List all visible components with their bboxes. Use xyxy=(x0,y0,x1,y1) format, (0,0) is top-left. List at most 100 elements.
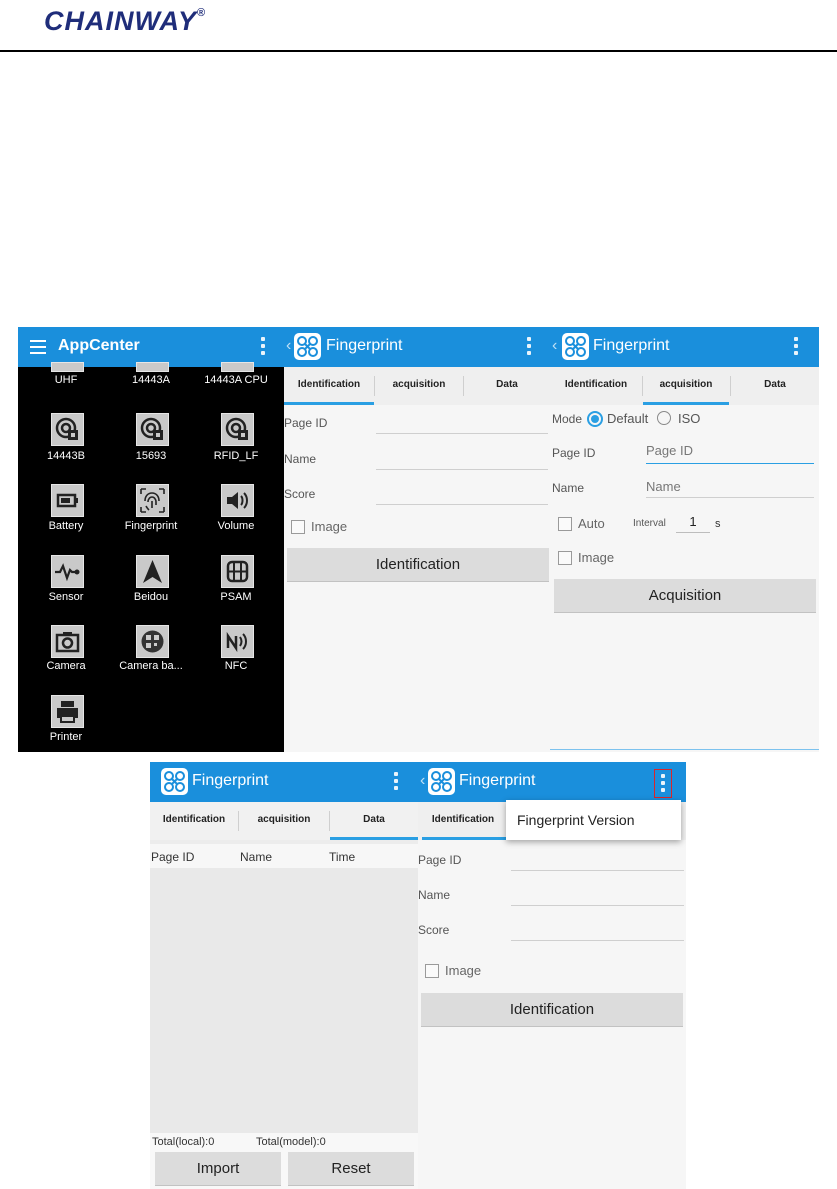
fingerprint-acquisition-screen: ‹ Fingerprint Identification acquisition… xyxy=(550,327,819,752)
tab-data[interactable]: Data xyxy=(464,367,550,405)
score-field[interactable] xyxy=(376,504,548,505)
interval-input[interactable]: 1 xyxy=(676,514,710,533)
auto-checkbox[interactable] xyxy=(558,517,572,531)
fingerprint-app-logo-icon xyxy=(161,768,188,795)
app-label-sensor[interactable]: Sensor xyxy=(26,591,106,603)
tab-acquisition[interactable]: acquisition xyxy=(643,367,729,405)
import-button[interactable]: Import xyxy=(155,1152,281,1186)
sensor-icon[interactable] xyxy=(51,555,84,588)
rfid-icon[interactable] xyxy=(136,413,169,446)
page-id-field[interactable] xyxy=(511,870,684,871)
app-label-battery[interactable]: Battery xyxy=(26,520,106,532)
mode-iso-label: ISO xyxy=(678,411,701,426)
fingerprint-menu-screen: ‹ Fingerprint Identification Fingerprint… xyxy=(418,762,686,1189)
mode-iso-radio[interactable] xyxy=(657,411,671,425)
app-label-uhf[interactable]: UHF xyxy=(26,374,106,386)
overflow-menu-icon[interactable] xyxy=(794,337,798,357)
battery-icon[interactable] xyxy=(51,484,84,517)
overflow-menu-icon[interactable] xyxy=(261,337,265,357)
image-checkbox[interactable] xyxy=(558,551,572,565)
name-label: Name xyxy=(284,452,317,466)
identification-button[interactable]: Identification xyxy=(287,548,549,582)
back-arrow-icon[interactable]: ‹ xyxy=(552,337,557,355)
rfid-icon[interactable] xyxy=(221,413,254,446)
overflow-menu-highlight[interactable] xyxy=(654,769,672,798)
overflow-menu-icon[interactable] xyxy=(527,337,531,357)
tab-identification[interactable]: Identification xyxy=(150,802,238,840)
page-id-label: Page ID xyxy=(552,446,596,460)
column-page-id: Page ID xyxy=(151,850,195,864)
mode-default-radio[interactable] xyxy=(587,411,603,427)
page-id-input[interactable]: Page ID xyxy=(646,443,814,464)
tab-identification[interactable]: Identification xyxy=(284,367,374,405)
hamburger-menu-icon[interactable] xyxy=(30,340,46,358)
app-label-14443b[interactable]: 14443B xyxy=(26,450,106,462)
rfid-icon[interactable] xyxy=(221,362,254,372)
name-label: Name xyxy=(418,888,451,902)
tab-identification[interactable]: Identification xyxy=(418,802,508,840)
interval-unit: s xyxy=(715,518,721,530)
acquisition-button[interactable]: Acquisition xyxy=(554,579,816,613)
data-footer: Total(local):0 Total(model):0 Import Res… xyxy=(150,1133,418,1189)
nfc-icon[interactable] xyxy=(221,625,254,658)
back-arrow-icon[interactable]: ‹ xyxy=(420,772,425,790)
fingerprint-data-screen: Fingerprint Identification acquisition D… xyxy=(150,762,418,1189)
tab-identification[interactable]: Identification xyxy=(550,367,642,405)
fingerprint-title: Fingerprint xyxy=(192,772,269,789)
volume-icon[interactable] xyxy=(221,484,254,517)
menu-item-fingerprint-version[interactable]: Fingerprint Version xyxy=(517,812,635,828)
app-label-14443a-cpu[interactable]: 14443A CPU xyxy=(196,374,276,386)
tab-data[interactable]: Data xyxy=(731,367,819,405)
app-label-rfid-lf[interactable]: RFID_LF xyxy=(196,450,276,462)
uhf-icon[interactable] xyxy=(51,362,84,372)
image-checkbox[interactable] xyxy=(425,964,439,978)
app-label-15693[interactable]: 15693 xyxy=(111,450,191,462)
qr-code-icon[interactable] xyxy=(136,625,169,658)
navigation-icon[interactable] xyxy=(136,555,169,588)
camera-icon[interactable] xyxy=(51,625,84,658)
data-list[interactable] xyxy=(150,868,418,1133)
tab-acquisition[interactable]: acquisition xyxy=(239,802,329,840)
app-label-camera-barcode[interactable]: Camera ba... xyxy=(111,660,191,672)
app-label-printer[interactable]: Printer xyxy=(26,731,106,743)
header-divider xyxy=(0,50,837,52)
page-id-field[interactable] xyxy=(376,433,548,434)
total-local: Total(local):0 xyxy=(152,1136,215,1148)
interval-label: Interval xyxy=(633,518,666,529)
back-arrow-icon[interactable]: ‹ xyxy=(286,337,291,355)
app-label-psam[interactable]: PSAM xyxy=(196,591,276,603)
reset-button[interactable]: Reset xyxy=(288,1152,414,1186)
tab-acquisition[interactable]: acquisition xyxy=(375,367,463,405)
fingerprint-icon[interactable] xyxy=(136,484,169,517)
app-label-nfc[interactable]: NFC xyxy=(196,660,276,672)
image-checkbox-label: Image xyxy=(311,519,348,534)
app-label-fingerprint[interactable]: Fingerprint xyxy=(111,520,191,532)
score-field[interactable] xyxy=(511,940,684,941)
image-checkbox-label: Image xyxy=(445,963,482,978)
page-id-label: Page ID xyxy=(418,853,462,867)
printer-icon[interactable] xyxy=(51,695,84,728)
sim-card-icon[interactable] xyxy=(221,555,254,588)
appcenter-screen: AppCenter UHF 14443A 14443A CPU 14443B 1… xyxy=(18,327,284,752)
image-checkbox[interactable] xyxy=(291,520,305,534)
name-field[interactable] xyxy=(376,469,548,470)
name-label: Name xyxy=(552,481,585,495)
app-label-volume[interactable]: Volume xyxy=(196,520,276,532)
name-input[interactable]: Name xyxy=(646,479,814,498)
rfid-icon[interactable] xyxy=(51,413,84,446)
fingerprint-action-bar: ‹ Fingerprint xyxy=(418,762,686,802)
app-label-camera[interactable]: Camera xyxy=(26,660,106,672)
fingerprint-action-bar: ‹ Fingerprint xyxy=(550,327,819,367)
overflow-menu-icon[interactable] xyxy=(661,774,665,794)
app-label-beidou[interactable]: Beidou xyxy=(111,591,191,603)
app-label-14443a[interactable]: 14443A xyxy=(111,374,191,386)
rfid-icon[interactable] xyxy=(136,362,169,372)
fingerprint-identification-screen: ‹ Fingerprint Identification acquisition… xyxy=(284,327,550,752)
name-field[interactable] xyxy=(511,905,684,906)
tab-data[interactable]: Data xyxy=(330,802,418,840)
overflow-menu-icon[interactable] xyxy=(394,772,398,792)
identification-button[interactable]: Identification xyxy=(421,993,683,1027)
mode-default-label: Default xyxy=(607,411,649,426)
appcenter-action-bar: AppCenter xyxy=(18,327,284,367)
total-model: Total(model):0 xyxy=(256,1136,326,1148)
